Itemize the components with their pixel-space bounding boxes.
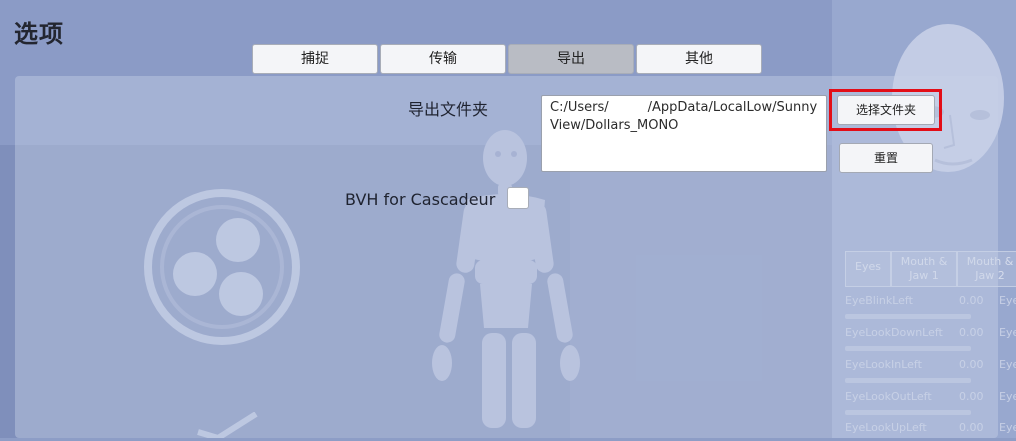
blendshape-extra: Eye — [999, 421, 1016, 434]
bvh-cascadeur-label: BVH for Cascadeur — [345, 190, 496, 209]
blendshape-extra: Eye — [999, 326, 1016, 339]
export-folder-path-line: View/Dollars_MONO — [550, 118, 679, 133]
export-folder-path-field[interactable]: C:/Users/ /AppData/LocalLow/Sunny View/D… — [541, 95, 827, 172]
export-folder-path-line: C:/Users/ /AppData/LocalLow/Sunny — [550, 100, 818, 115]
export-folder-label: 导出文件夹 — [408, 100, 489, 119]
tab-export[interactable]: 导出 — [508, 44, 634, 74]
blendshape-extra: Eye — [999, 294, 1016, 307]
tab-other[interactable]: 其他 — [636, 44, 762, 74]
blendshape-extra: Eye — [999, 358, 1016, 371]
bvh-cascadeur-checkbox[interactable] — [507, 187, 529, 209]
tab-capture[interactable]: 捕捉 — [252, 44, 378, 74]
tab-transmission[interactable]: 传输 — [380, 44, 506, 74]
options-panel — [15, 76, 998, 438]
select-folder-button[interactable]: 选择文件夹 — [837, 95, 935, 125]
blendshape-extra: Eye — [999, 390, 1016, 403]
reset-button[interactable]: 重置 — [839, 143, 933, 173]
page-title: 选项 — [14, 20, 64, 48]
